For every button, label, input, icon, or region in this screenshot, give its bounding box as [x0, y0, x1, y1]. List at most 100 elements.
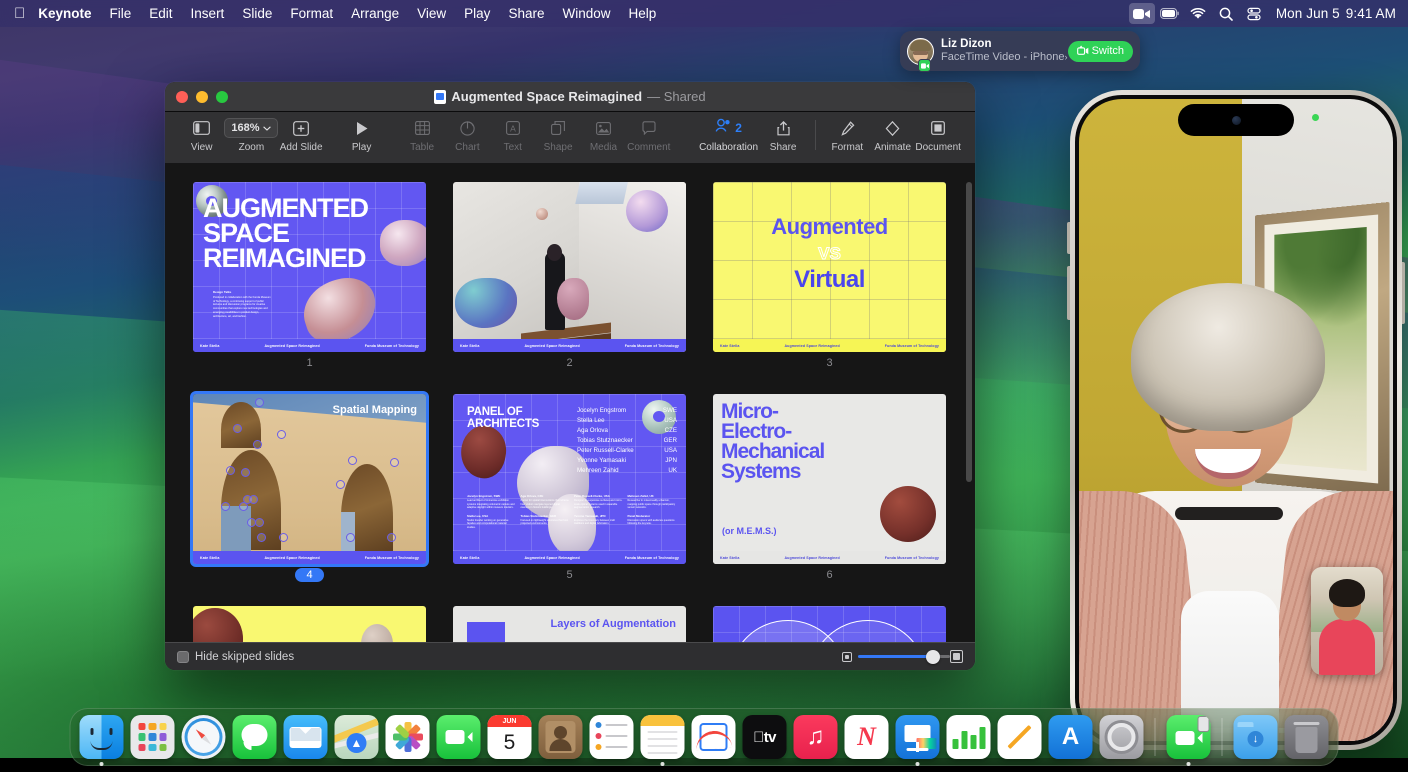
format-button[interactable]: Format — [825, 117, 870, 153]
volume-up-button[interactable] — [1067, 222, 1070, 254]
media-button[interactable]: Media — [581, 117, 626, 153]
maximize-button[interactable] — [216, 91, 228, 103]
dock-item-finder[interactable] — [80, 715, 124, 759]
safari-icon[interactable] — [182, 715, 226, 759]
collaboration-button[interactable]: 2 Collaboration — [697, 117, 761, 153]
menu-item-play[interactable]: Play — [455, 4, 499, 23]
power-button[interactable] — [1402, 262, 1405, 324]
dock-item-keynote[interactable] — [896, 715, 940, 759]
minimize-button[interactable] — [196, 91, 208, 103]
menu-item-view[interactable]: View — [408, 4, 455, 23]
dock-item-notes[interactable] — [641, 715, 685, 759]
dock-item-tv[interactable]: tv — [743, 715, 787, 759]
add-slide-button[interactable]: Add Slide — [278, 117, 323, 153]
menu-item-share[interactable]: Share — [499, 4, 553, 23]
slide-thumbnail-4[interactable]: Spatial Mapping Kate Stella Augmented Sp… — [193, 394, 426, 564]
dock-item-safari[interactable] — [182, 715, 226, 759]
keynote-title-bar[interactable]: Augmented Space Reimagined — Shared — [165, 82, 975, 112]
menu-item-file[interactable]: File — [101, 4, 141, 23]
slide-cell[interactable]: Micro- Electro- Mechanical Systems (or M… — [713, 394, 946, 584]
zoom-control[interactable]: 168% Zoom — [224, 117, 278, 153]
maps-icon[interactable]: ▲ — [335, 715, 379, 759]
dock-item-calendar[interactable]: JUN 5 — [488, 715, 532, 759]
facetime-self-view[interactable] — [1311, 567, 1383, 675]
volume-down-button[interactable] — [1067, 266, 1070, 320]
view-button[interactable]: View — [179, 117, 224, 153]
video-camera-icon[interactable] — [1129, 3, 1155, 24]
facetime-notification[interactable]: Liz Dizon FaceTime Video - iPhone› Switc… — [900, 31, 1140, 71]
system-settings-icon[interactable] — [1100, 715, 1144, 759]
dock-item-maps[interactable]: ▲ — [335, 715, 379, 759]
shape-button[interactable]: Shape — [535, 117, 580, 153]
zoom-dropdown[interactable]: 168% — [224, 118, 278, 138]
iphone-screen[interactable] — [1079, 99, 1393, 741]
reminders-icon[interactable] — [590, 715, 634, 759]
dock-item-launchpad[interactable] — [131, 715, 175, 759]
freeform-icon[interactable] — [692, 715, 736, 759]
thumbnail-size-slider[interactable] — [858, 655, 944, 658]
dock-item-app-store[interactable]: A — [1049, 715, 1093, 759]
small-thumbnail-icon[interactable] — [842, 652, 852, 662]
downloads-folder-icon[interactable]: ↓ — [1234, 715, 1278, 759]
slide-cell[interactable]: PHYSICAL AUGMENTED VIRTUAL — [713, 606, 946, 642]
music-icon[interactable]: ♫ — [794, 715, 838, 759]
slide-thumbnail-6[interactable]: Micro- Electro- Mechanical Systems (or M… — [713, 394, 946, 564]
dock-item-downloads[interactable]: ↓ — [1234, 715, 1278, 759]
table-button[interactable]: Table — [399, 117, 444, 153]
window-controls[interactable] — [165, 91, 228, 103]
news-icon[interactable]: N — [845, 715, 889, 759]
menu-item-help[interactable]: Help — [619, 4, 665, 23]
dock-item-system-settings[interactable] — [1100, 715, 1144, 759]
menu-bar-clock[interactable]: Mon Jun 59:41 AM — [1269, 6, 1396, 21]
control-center-icon[interactable] — [1241, 3, 1267, 24]
launchpad-icon[interactable] — [131, 715, 175, 759]
facetime-iphone-icon[interactable] — [1167, 715, 1211, 759]
wifi-icon[interactable] — [1185, 3, 1211, 24]
search-icon[interactable] — [1213, 3, 1239, 24]
slide-thumbnail-9[interactable]: PHYSICAL AUGMENTED VIRTUAL — [713, 606, 946, 642]
menu-item-insert[interactable]: Insert — [182, 4, 234, 23]
dock-item-music[interactable]: ♫ — [794, 715, 838, 759]
slide-navigator[interactable]: AUGMENTED SPACE REIMAGINED Design Talks … — [165, 164, 975, 642]
battery-icon[interactable] — [1157, 3, 1183, 24]
share-button[interactable]: Share — [760, 117, 805, 153]
mail-icon[interactable] — [284, 715, 328, 759]
dock-item-news[interactable]: N — [845, 715, 889, 759]
close-button[interactable] — [176, 91, 188, 103]
comment-button[interactable]: Comment — [626, 117, 671, 153]
large-thumbnail-icon[interactable] — [950, 650, 963, 663]
menu-item-format[interactable]: Format — [281, 4, 342, 23]
facetime-icon[interactable] — [437, 715, 481, 759]
thumbnail-size-control[interactable] — [842, 650, 963, 663]
menu-item-slide[interactable]: Slide — [233, 4, 281, 23]
dock-item-mail[interactable] — [284, 715, 328, 759]
slide-thumbnail-1[interactable]: AUGMENTED SPACE REIMAGINED Design Talks … — [193, 182, 426, 352]
slide-cell[interactable]: Kate Stella Augmented Space Reimagined F… — [453, 182, 686, 372]
slide-cell[interactable]: PANEL OF ARCHITECTS Jocelyn EngstromSWE … — [453, 394, 686, 584]
dock-item-contacts[interactable] — [539, 715, 583, 759]
animate-button[interactable]: Animate — [870, 117, 915, 153]
finder-icon[interactable] — [80, 715, 124, 759]
checkbox-icon[interactable] — [177, 651, 189, 663]
pages-icon[interactable] — [998, 715, 1042, 759]
menu-item-keynote[interactable]: Keynote — [29, 4, 100, 23]
menu-item-edit[interactable]: Edit — [140, 4, 181, 23]
dock-item-messages[interactable] — [233, 715, 277, 759]
chart-button[interactable]: Chart — [445, 117, 490, 153]
numbers-icon[interactable] — [947, 715, 991, 759]
apple-logo-icon[interactable]:  — [14, 6, 25, 21]
slide-cell[interactable]: Spatial Mapping Kate Stella Augmented Sp… — [193, 394, 426, 584]
slide-cell[interactable]: Augmented VS Virtual Kate Stella Augment… — [713, 182, 946, 372]
notes-icon[interactable] — [641, 715, 685, 759]
slide-cell[interactable]: AUGMENTED SPACE REIMAGINED Design Talks … — [193, 182, 426, 372]
dock-item-freeform[interactable] — [692, 715, 736, 759]
contacts-icon[interactable] — [539, 715, 583, 759]
document-button[interactable]: Document — [915, 117, 961, 153]
dock-item-photos[interactable] — [386, 715, 430, 759]
trash-icon[interactable] — [1285, 715, 1329, 759]
app-store-icon[interactable]: A — [1049, 715, 1093, 759]
keynote-icon[interactable] — [896, 715, 940, 759]
slide-thumbnail-2[interactable]: Kate Stella Augmented Space Reimagined F… — [453, 182, 686, 352]
menu-item-arrange[interactable]: Arrange — [342, 4, 408, 23]
photos-icon[interactable] — [386, 715, 430, 759]
